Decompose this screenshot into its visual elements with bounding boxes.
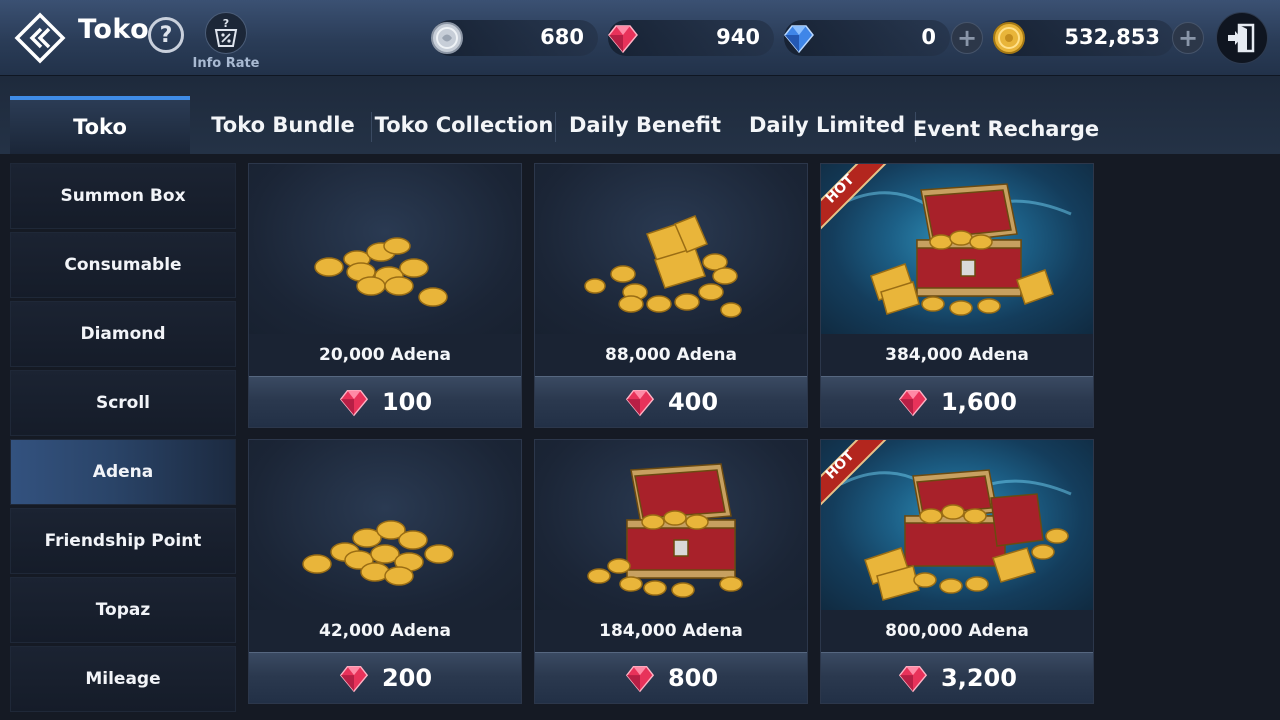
hot-badge: HOT (821, 164, 891, 234)
currency-gold: 532,853 (993, 20, 1174, 56)
price-value: 800 (667, 664, 719, 692)
sidebar-item-diamond[interactable]: Diamond (10, 301, 236, 367)
product-card[interactable]: HOT 800,000 Adena 3,200 (820, 439, 1094, 704)
currency-value: 532,853 (1064, 25, 1160, 49)
price-value: 200 (381, 664, 433, 692)
currency-red-gem: 940 (608, 20, 774, 56)
product-name: 384,000 Adena (821, 334, 1093, 376)
tab-toko[interactable]: Toko (10, 96, 190, 154)
product-image (535, 440, 807, 610)
product-image (249, 164, 521, 334)
sidebar-item-summon-box[interactable]: Summon Box (10, 163, 236, 229)
currency-value: 940 (716, 25, 760, 49)
product-card[interactable]: 184,000 Adena 800 (534, 439, 808, 704)
product-name: 42,000 Adena (249, 610, 521, 652)
product-name: 800,000 Adena (821, 610, 1093, 652)
blue-diamond-icon (784, 25, 814, 54)
sidebar-item-friendship-point[interactable]: Friendship Point (10, 508, 236, 574)
basket-percent-icon: ? (205, 12, 247, 54)
sidebar-item-scroll[interactable]: Scroll (10, 370, 236, 436)
red-gem-icon (608, 25, 638, 54)
red-gem-icon (339, 666, 369, 693)
treasure-chest-icon (587, 463, 743, 598)
product-card[interactable]: 88,000 Adena 400 (534, 163, 808, 428)
gold-coins-icon (314, 237, 448, 307)
product-image: HOT (821, 440, 1093, 610)
price-value: 400 (667, 388, 719, 416)
buy-button[interactable]: 800 (535, 652, 807, 703)
product-card[interactable]: 20,000 Adena 100 (248, 163, 522, 428)
price-value: 1,600 (941, 388, 1017, 416)
sidebar-item-consumable[interactable]: Consumable (10, 232, 236, 298)
price-value: 3,200 (941, 664, 1017, 692)
red-gem-icon (339, 390, 369, 417)
tab-toko-bundle[interactable]: Toko Bundle (200, 96, 366, 154)
page-title: Toko (78, 14, 150, 45)
tab-divider (555, 112, 556, 142)
silver-coin-icon (431, 22, 463, 54)
top-bar: Toko ? ? Info Rate 680 940 0 + 532,853 + (0, 0, 1280, 76)
svg-text:?: ? (223, 17, 229, 30)
info-rate-button[interactable]: ? Info Rate (188, 10, 264, 74)
currency-value: 680 (540, 25, 584, 49)
tab-toko-collection[interactable]: Toko Collection (375, 96, 554, 154)
product-card[interactable]: HOT 384,000 Adena 1,600 (820, 163, 1094, 428)
red-gem-icon (625, 666, 655, 693)
buy-button[interactable]: 3,200 (821, 652, 1093, 703)
tab-event-recharge[interactable]: Event Recharge (913, 100, 1099, 158)
help-button[interactable]: ? (148, 17, 184, 53)
back-button[interactable] (14, 12, 66, 64)
buy-button[interactable]: 1,600 (821, 376, 1093, 427)
red-gem-icon (898, 666, 928, 693)
exit-button[interactable] (1216, 12, 1268, 64)
add-diamond-button[interactable]: + (951, 22, 983, 54)
product-image (249, 440, 521, 610)
tab-bar: Toko Toko Bundle Toko Collection Daily B… (0, 76, 1280, 154)
product-name: 20,000 Adena (249, 334, 521, 376)
sidebar-item-topaz[interactable]: Topaz (10, 577, 236, 643)
gold-coin-icon (993, 22, 1025, 54)
buy-button[interactable]: 400 (535, 376, 807, 427)
currency-blue-diamond: 0 (784, 20, 950, 56)
info-rate-label: Info Rate (192, 56, 260, 71)
product-card[interactable]: 42,000 Adena 200 (248, 439, 522, 704)
buy-button[interactable]: 100 (249, 376, 521, 427)
sidebar-item-adena[interactable]: Adena (10, 439, 236, 505)
hot-badge: HOT (821, 440, 891, 510)
product-image: HOT (821, 164, 1093, 334)
product-name: 184,000 Adena (535, 610, 807, 652)
red-gem-icon (625, 390, 655, 417)
currency-silver: 680 (431, 20, 598, 56)
price-value: 100 (381, 388, 433, 416)
currency-value: 0 (921, 25, 936, 49)
tab-daily-benefit[interactable]: Daily Benefit (562, 96, 728, 154)
exit-door-icon (1228, 23, 1255, 53)
product-image (535, 164, 807, 334)
red-gem-icon (898, 390, 928, 417)
back-arrow-icon (14, 12, 66, 64)
gold-bars-icon (584, 215, 742, 318)
buy-button[interactable]: 200 (249, 652, 521, 703)
tab-divider (371, 112, 372, 142)
sidebar-item-mileage[interactable]: Mileage (10, 646, 236, 712)
add-gold-button[interactable]: + (1172, 22, 1204, 54)
tab-daily-limited[interactable]: Daily Limited (744, 96, 910, 154)
product-name: 88,000 Adena (535, 334, 807, 376)
gold-coins-icon (302, 520, 454, 586)
